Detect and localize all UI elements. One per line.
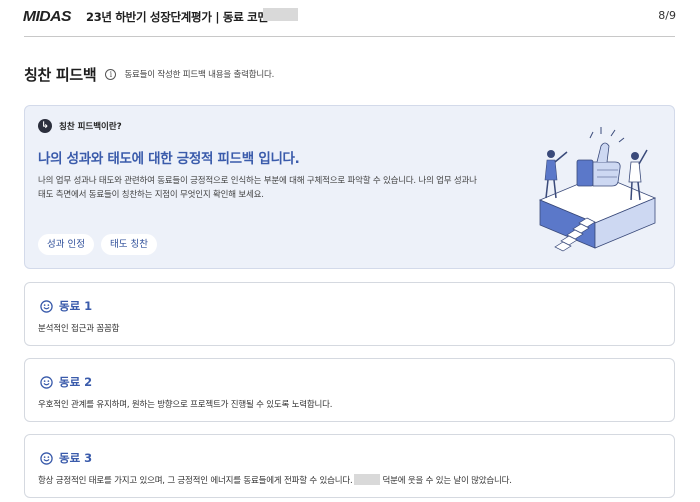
subdirectory-arrow-icon: ↳ — [38, 119, 52, 133]
praise-feedback-intro-card: ↳ 칭찬 피드백이란? 나의 성과와 태도에 대한 긍정적 피드백 입니다. 나… — [24, 105, 675, 269]
peer-feedback-card: 동료 3 항상 긍정적인 태로를 가지고 있으며, 그 긍정적인 에너지를 동료… — [24, 434, 675, 498]
intro-question: ↳ 칭찬 피드백이란? — [38, 119, 122, 133]
smile-icon — [40, 451, 53, 465]
thumbs-up-stairs-illustration — [538, 127, 657, 252]
top-bar: MIDAS 23년 하반기 성장단계평가 | 동료 코멘트 8/9 — [0, 0, 700, 36]
info-icon[interactable]: i — [105, 68, 117, 80]
smile-icon — [40, 375, 53, 389]
document-title: 23년 하반기 성장단계평가 | 동료 코멘트 — [86, 10, 279, 24]
peer-comment: 항상 긍정적인 태로를 가지고 있으며, 그 긍정적인 에너지를 동료들에게 전… — [38, 474, 512, 486]
header-divider — [24, 36, 675, 37]
intro-heading: 나의 성과와 태도에 대한 긍정적 피드백 입니다. — [38, 151, 300, 167]
smile-icon — [40, 299, 53, 313]
peer-comment: 분석적인 접근과 꼼꼼함 — [38, 324, 120, 334]
name-redaction — [354, 474, 381, 485]
tag-performance: 성과 인정 — [38, 234, 94, 255]
section-description: 동료들이 작성한 피드백 내용을 출력합니다. — [124, 70, 275, 80]
peer-header: 동료 3 — [40, 450, 92, 466]
page-number: 8/9 — [658, 9, 676, 22]
peer-comment-part: 덕분에 웃을 수 있는 날이 많았습니다. — [382, 476, 512, 486]
name-redaction — [263, 8, 298, 21]
peer-header: 동료 1 — [40, 298, 92, 314]
section-header: 칭찬 피드백 i 동료들이 작성한 피드백 내용을 출력합니다. — [24, 64, 274, 84]
peer-header: 동료 2 — [40, 374, 92, 390]
peer-comment: 우호적인 관계를 유지하며, 원하는 방향으로 프로젝트가 진행될 수 있도록 … — [38, 400, 333, 410]
midas-logo: MIDAS — [22, 8, 72, 25]
peer-name: 동료 2 — [59, 375, 93, 389]
intro-body: 나의 업무 성과나 태도와 관련하여 동료들이 긍정적으로 인식하는 부분에 대… — [38, 176, 477, 200]
section-title: 칭찬 피드백 — [24, 65, 97, 84]
peer-feedback-card: 동료 1 분석적인 접근과 꼼꼼함 — [24, 282, 675, 346]
tag-attitude: 태도 칭찬 — [100, 234, 157, 255]
intro-question-text: 칭찬 피드백이란? — [59, 122, 122, 132]
tag-list: 성과 인정 태도 칭찬 — [38, 234, 157, 255]
peer-feedback-card: 동료 2 우호적인 관계를 유지하며, 원하는 방향으로 프로젝트가 진행될 수… — [24, 358, 675, 422]
peer-name: 동료 1 — [59, 299, 93, 313]
peer-name: 동료 3 — [59, 451, 93, 465]
peer-comment-part: 항상 긍정적인 태로를 가지고 있으며, 그 긍정적인 에너지를 동료들에게 전… — [38, 476, 353, 486]
